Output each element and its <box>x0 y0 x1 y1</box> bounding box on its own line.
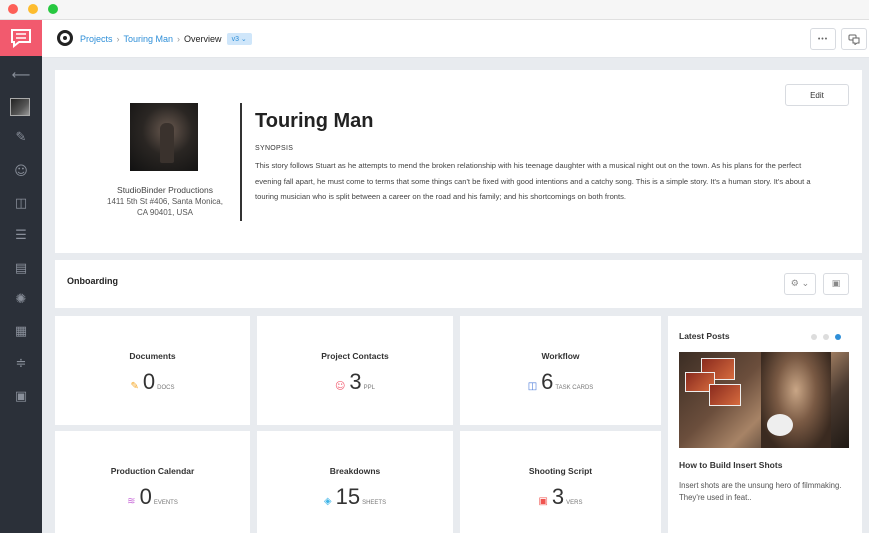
project-reel-icon <box>57 30 73 46</box>
stat-title: Project Contacts <box>321 351 389 361</box>
comments-button[interactable] <box>841 28 867 50</box>
post-thumbnail[interactable] <box>679 352 849 448</box>
video-icon[interactable]: ▣ <box>0 383 42 409</box>
sidebar: ⟵ ✎ ☺ ◫ ☰ ▤ ✺ ▦ ≑ ▣ <box>0 20 42 533</box>
board-icon: ◫ <box>527 381 538 392</box>
stat-title: Production Calendar <box>110 466 195 476</box>
ellipsis-icon: ••• <box>817 35 829 43</box>
stat-count: 3 <box>349 369 362 394</box>
breadcrumb-projects[interactable]: Projects <box>80 34 113 44</box>
synopsis-text: This story follows Stuart as he attempts… <box>255 161 811 201</box>
reel-icon[interactable]: ✺ <box>0 286 42 312</box>
carousel-dot-3-active[interactable] <box>835 334 841 340</box>
stat-count: 6 <box>541 369 554 394</box>
latest-posts-title: Latest Posts <box>679 331 730 341</box>
carousel-dot-2[interactable] <box>823 334 829 340</box>
stat-count: 0 <box>142 369 156 394</box>
company-address-line-2: CA 90401, USA <box>136 208 194 217</box>
stat-unit: DOCS <box>157 385 175 391</box>
app-logo[interactable] <box>0 20 42 56</box>
breadcrumb: Projects › Touring Man › Overview v3 ⌄ <box>80 33 252 45</box>
header-bar: Projects › Touring Man › Overview v3 ⌄ •… <box>42 20 869 58</box>
chat-icon <box>848 34 860 45</box>
company-info: StudioBinder Productions 1411 5th St #40… <box>75 185 255 218</box>
stat-title: Documents <box>129 351 176 361</box>
poster-figure <box>160 123 174 163</box>
project-poster <box>130 103 198 171</box>
stat-card-breakdowns[interactable]: Breakdowns ◈ 15 SHEETS <box>257 431 453 533</box>
stat-card-documents[interactable]: Documents ✎ 0 DOCS <box>55 316 250 425</box>
stat-unit: VERS <box>566 500 583 506</box>
list-icon[interactable]: ▤ <box>0 255 42 281</box>
stat-title: Workflow <box>541 351 580 361</box>
tasks-icon[interactable]: ☰ <box>0 222 42 248</box>
edit-button[interactable]: Edit <box>785 84 849 106</box>
stat-count: 3 <box>551 484 565 509</box>
window-titlebar <box>0 0 869 20</box>
layers-icon: ◈ <box>323 496 332 507</box>
insert-shot-frame <box>709 384 741 406</box>
close-window-button[interactable] <box>8 4 18 14</box>
settings-dropdown-button[interactable]: ⚙ ⌄ <box>784 273 816 295</box>
breadcrumb-current: Overview <box>184 34 222 44</box>
post-title[interactable]: How to Build Insert Shots <box>679 460 782 470</box>
calendar-icon[interactable]: ▦ <box>0 318 42 344</box>
project-title: Touring Man <box>255 110 374 132</box>
more-options-button[interactable]: ••• <box>810 28 836 50</box>
synopsis-label: SYNOPSIS <box>255 145 294 152</box>
pencil-icon[interactable]: ✎ <box>0 124 42 150</box>
stat-unit: TASK CARDS <box>555 385 594 391</box>
carousel-dot-1[interactable] <box>811 334 817 340</box>
post-subject-hands <box>767 414 793 436</box>
stat-unit: PPL <box>363 385 376 391</box>
project-info-card: StudioBinder Productions 1411 5th St #40… <box>55 70 862 253</box>
stat-card-project-contacts[interactable]: Project Contacts ☺ 3 PPL <box>257 316 453 425</box>
stat-card-production-calendar[interactable]: Production Calendar ≋ 0 EVENTS <box>55 431 250 533</box>
chevron-right-icon: › <box>177 34 181 44</box>
onboarding-title: Onboarding <box>67 276 118 286</box>
chevron-right-icon: › <box>116 34 120 44</box>
company-address-line-1: 1411 5th St #406, Santa Monica, <box>107 197 223 206</box>
board-icon[interactable]: ◫ <box>0 190 42 216</box>
calendar-icon: ≋ <box>127 496 136 507</box>
contacts-icon[interactable]: ☺ <box>0 158 42 184</box>
post-excerpt: Insert shots are the unsung hero of film… <box>679 481 842 502</box>
panel-icon: ▣ <box>831 279 841 289</box>
pencil-icon: ✎ <box>130 381 139 392</box>
minimize-window-button[interactable] <box>28 4 38 14</box>
stat-title: Breakdowns <box>329 466 381 476</box>
vertical-divider <box>240 103 242 221</box>
stat-count: 15 <box>335 484 361 509</box>
maximize-window-button[interactable] <box>48 4 58 14</box>
project-thumbnail[interactable] <box>10 98 30 116</box>
contacts-icon: ☺ <box>334 381 346 392</box>
stat-unit: SHEETS <box>362 500 387 506</box>
back-arrow-icon[interactable]: ⟵ <box>0 62 42 88</box>
layout-toggle-button[interactable]: ▣ <box>823 273 849 295</box>
latest-posts-panel: Latest Posts How to Build Insert Shots I… <box>668 316 862 533</box>
chat-logo-icon <box>11 29 31 48</box>
company-name: StudioBinder Productions <box>117 185 213 195</box>
stat-card-shooting-script[interactable]: Shooting Script ▣ 3 VERS <box>460 431 661 533</box>
stat-count: 0 <box>139 484 152 509</box>
version-dropdown[interactable]: v3 ⌄ <box>226 33 252 45</box>
script-icon: ▣ <box>538 496 548 507</box>
gear-icon: ⚙ ⌄ <box>790 279 810 289</box>
stat-unit: EVENTS <box>153 500 178 506</box>
sliders-icon[interactable]: ≑ <box>0 350 42 376</box>
stat-card-workflow[interactable]: Workflow ◫ 6 TASK CARDS <box>460 316 661 425</box>
breadcrumb-project[interactable]: Touring Man <box>124 34 174 44</box>
stat-title: Shooting Script <box>528 466 593 476</box>
onboarding-panel: Onboarding ⚙ ⌄ ▣ <box>55 260 862 308</box>
